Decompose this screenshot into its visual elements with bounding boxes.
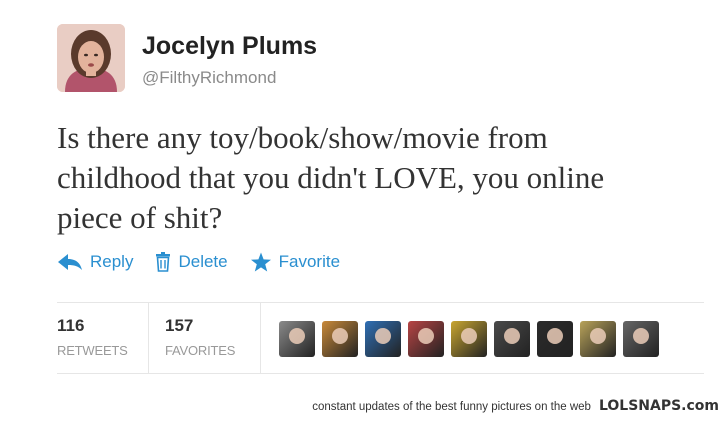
favorites-label: FAVORITES	[165, 343, 236, 358]
tweet-actions: Reply Delete Favorite	[57, 250, 362, 274]
profile-photo-icon	[289, 328, 305, 344]
display-name[interactable]: Jocelyn Plums	[142, 32, 317, 61]
stat-divider	[260, 303, 261, 373]
user-avatar[interactable]	[57, 24, 125, 92]
user-handle[interactable]: @FilthyRichmond	[142, 68, 276, 88]
delete-label: Delete	[178, 252, 228, 271]
reply-label: Reply	[90, 252, 134, 271]
trash-icon	[156, 252, 171, 272]
profile-photo-icon	[633, 328, 649, 344]
favoriter-avatar-6[interactable]	[494, 321, 530, 357]
star-icon	[250, 252, 271, 271]
favorites-count: 157	[165, 316, 194, 335]
tweet-line: piece of shit?	[57, 200, 223, 235]
retweets-stat[interactable]: 116 RETWEETS	[57, 316, 128, 358]
profile-photo-icon	[332, 328, 348, 344]
profile-photo-icon	[461, 328, 477, 344]
favoriter-avatar-4[interactable]	[408, 321, 444, 357]
profile-photo-icon	[57, 24, 125, 92]
watermark-tagline: constant updates of the best funny pictu…	[312, 401, 591, 413]
reply-icon	[58, 254, 82, 270]
profile-photo-icon	[375, 328, 391, 344]
profile-photo-icon	[504, 328, 520, 344]
favoriter-avatar-2[interactable]	[322, 321, 358, 357]
tweet-text: Is there any toy/book/show/movie from ch…	[57, 118, 707, 238]
favoriter-avatar-5[interactable]	[451, 321, 487, 357]
favoriter-avatar-7[interactable]	[537, 321, 573, 357]
favoriter-avatar-9[interactable]	[623, 321, 659, 357]
profile-photo-icon	[418, 328, 434, 344]
favoriter-avatar-1[interactable]	[279, 321, 315, 357]
tweet-line: Is there any toy/book/show/movie from	[57, 120, 548, 155]
favoriters-list	[279, 321, 666, 357]
retweets-label: RETWEETS	[57, 343, 128, 358]
profile-photo-icon	[547, 328, 563, 344]
favoriter-avatar-8[interactable]	[580, 321, 616, 357]
watermark: constant updates of the best funny pictu…	[312, 398, 719, 414]
favorite-button[interactable]: Favorite	[250, 252, 340, 273]
profile-photo-icon	[590, 328, 606, 344]
delete-button[interactable]: Delete	[155, 252, 228, 272]
favorite-label: Favorite	[278, 252, 341, 271]
divider	[57, 373, 704, 374]
favorites-stat[interactable]: 157 FAVORITES	[165, 316, 235, 358]
watermark-brand: LOLSNAPS.com	[598, 398, 719, 414]
tweet-line: childhood that you didn't LOVE, you onli…	[57, 160, 605, 195]
favoriter-avatar-3[interactable]	[365, 321, 401, 357]
reply-button[interactable]: Reply	[57, 252, 133, 272]
stat-divider	[148, 303, 149, 373]
retweets-count: 116	[57, 316, 85, 335]
divider	[57, 302, 704, 303]
